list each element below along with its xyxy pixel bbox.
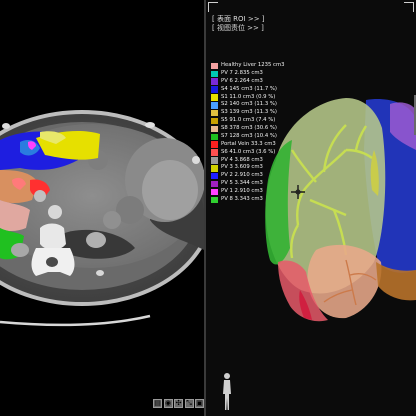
- legend-color-swatch: [211, 172, 218, 180]
- viewport-corner-marker: [404, 2, 414, 12]
- legend-item[interactable]: S2 140 cm3 (11.3 %): [211, 101, 301, 109]
- legend-color-swatch: [211, 141, 218, 148]
- legend-label: S1 11.0 cm3 (0.9 %): [221, 93, 276, 100]
- legend-item[interactable]: PV 3 3.609 cm3: [211, 164, 301, 172]
- legend-color-swatch: [211, 133, 218, 141]
- legend-item[interactable]: S5 91.0 cm3 (7.4 %): [211, 117, 301, 125]
- legend-label: S7 128 cm3 (10.4 %): [221, 132, 277, 139]
- vr-3d-viewport[interactable]: [ 表面 ROI >> ] [ 视图责位 >> ] Healthy Liver …: [206, 0, 416, 416]
- legend-color-swatch: [211, 196, 218, 204]
- fullscreen-button[interactable]: ▣: [195, 399, 204, 408]
- window-level-button[interactable]: ◉: [163, 399, 173, 408]
- legend-color-swatch: [211, 78, 218, 85]
- legend-item[interactable]: S1 11.0 cm3 (0.9 %): [211, 94, 301, 102]
- legend-item[interactable]: S6 41.0 cm3 (3.6 %): [211, 149, 301, 157]
- layout-button[interactable]: ▤: [153, 399, 162, 408]
- legend-label: PV 7 2.835 cm3: [221, 69, 263, 76]
- legend-color-swatch: [211, 157, 218, 164]
- legend-color-swatch: [211, 102, 218, 109]
- segment-legend: Healthy Liver 1235 cm3 PV 7 2.835 cm3 PV 6…: [211, 62, 301, 204]
- legend-color-swatch: [211, 70, 218, 78]
- legend-item[interactable]: PV 1 2.910 cm3: [211, 188, 301, 196]
- viewport-toolbar: ▤ ◉ ✣ ⤡ ▣: [153, 399, 204, 408]
- ct-axial-viewport[interactable]: [0, 0, 206, 416]
- legend-item[interactable]: Healthy Liver 1235 cm3: [211, 62, 301, 70]
- legend-label: S4 145 cm3 (11.7 %): [221, 85, 277, 92]
- legend-color-swatch: [211, 109, 218, 117]
- legend-item[interactable]: Portal Vein 33.3 cm3: [211, 141, 301, 149]
- legend-label: S2 140 cm3 (11.3 %): [221, 101, 277, 108]
- legend-item[interactable]: PV 4 3.868 cm3: [211, 157, 301, 165]
- ct-slice-image: [0, 110, 204, 327]
- legend-color-swatch: [211, 180, 218, 188]
- legend-item[interactable]: S8 378 cm3 (30.6 %): [211, 125, 301, 133]
- crosshair-cursor-icon: [291, 185, 305, 199]
- legend-color-swatch: [211, 125, 218, 133]
- legend-item[interactable]: S7 128 cm3 (10.4 %): [211, 133, 301, 141]
- legend-color-swatch: [211, 62, 218, 70]
- legend-label: PV 3 3.609 cm3: [221, 164, 263, 171]
- legend-label: Portal Vein 33.3 cm3: [221, 140, 276, 147]
- legend-label: PV 6 2.264 cm3: [221, 77, 263, 84]
- legend-color-swatch: [211, 86, 218, 93]
- legend-item[interactable]: S4 145 cm3 (11.7 %): [211, 86, 301, 94]
- legend-color-swatch: [211, 149, 218, 156]
- legend-label: PV 1 2.910 cm3: [221, 188, 263, 194]
- legend-item[interactable]: PV 8 3.343 cm3: [211, 196, 301, 204]
- legend-label: PV 5 3.344 cm3: [221, 180, 263, 187]
- legend-label: Healthy Liver 1235 cm3: [221, 62, 285, 68]
- legend-label: PV 4 3.868 cm3: [221, 156, 263, 163]
- legend-label: S5 91.0 cm3 (7.4 %): [221, 117, 276, 124]
- legend-color-swatch: [211, 188, 218, 196]
- legend-label: S3 139 cm3 (11.3 %): [221, 109, 277, 116]
- legend-item[interactable]: PV 5 3.344 cm3: [211, 180, 301, 188]
- legend-item[interactable]: PV 6 2.264 cm3: [211, 78, 301, 86]
- legend-label: S6 41.0 cm3 (3.6 %): [221, 148, 276, 155]
- legend-color-swatch: [211, 94, 218, 101]
- legend-color-swatch: [211, 165, 218, 172]
- legend-label: PV 2 2.910 cm3: [221, 172, 263, 179]
- legend-label: S8 378 cm3 (30.6 %): [221, 125, 277, 131]
- zoom-button[interactable]: ⤡: [184, 399, 194, 408]
- legend-label: PV 8 3.343 cm3: [221, 195, 263, 202]
- body-orientation-icon: [223, 373, 231, 410]
- legend-item[interactable]: PV 7 2.835 cm3: [211, 70, 301, 78]
- legend-item[interactable]: S3 139 cm3 (11.3 %): [211, 109, 301, 117]
- pan-button[interactable]: ✣: [174, 399, 183, 408]
- viewport-corner-marker: [208, 2, 218, 12]
- legend-color-swatch: [211, 117, 218, 125]
- view-orientation-menu-link[interactable]: [ 视图责位 >> ]: [212, 23, 264, 33]
- legend-item[interactable]: PV 2 2.910 cm3: [211, 172, 301, 180]
